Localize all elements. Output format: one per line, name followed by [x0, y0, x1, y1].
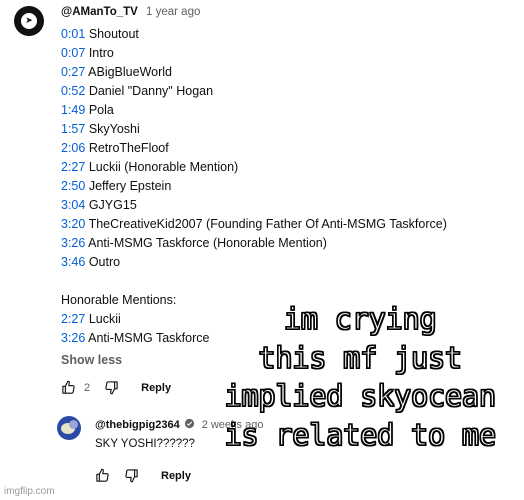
reply-text: SKY YOSHI?????? [95, 438, 195, 450]
meme-caption: im crying this mf just implied skyocean … [196, 300, 524, 454]
reply-button[interactable]: Reply [161, 470, 191, 482]
timestamp-link[interactable]: 0:52 [61, 84, 85, 98]
chapter-label: ABigBlueWorld [88, 65, 172, 79]
chapter-line: 3:46 Outro [61, 253, 491, 272]
timestamp-link[interactable]: 3:20 [61, 217, 85, 231]
timestamp-link[interactable]: 3:26 [61, 331, 85, 345]
caption-line: implied skyocean [224, 378, 497, 413]
thumb-up-icon[interactable] [61, 380, 76, 395]
caption-line: is related to me [224, 417, 497, 452]
chapter-label: Jeffery Epstein [88, 179, 172, 193]
thumb-up-icon[interactable] [95, 468, 110, 483]
reply-actions: Reply [95, 468, 191, 483]
chapter-line: 3:04 GJYG15 [61, 196, 491, 215]
chapter-line: 0:01 Shoutout [61, 25, 491, 44]
chapter-label: Luckii (Honorable Mention) [88, 160, 239, 174]
timestamp-link[interactable]: 2:27 [61, 312, 85, 326]
chapter-label: Intro [88, 46, 114, 60]
comment-author[interactable]: @AManTo_TV [61, 6, 138, 18]
reply-author[interactable]: @thebigpig2364 [95, 419, 180, 431]
comment-time[interactable]: 1 year ago [146, 6, 200, 18]
thumb-down-icon[interactable] [104, 380, 119, 395]
comment-header: @AManTo_TV 1 year ago [61, 6, 200, 18]
chapter-label: Daniel "Danny" Hogan [88, 84, 214, 98]
chapter-label: TheCreativeKid2007 (Founding Father Of A… [88, 217, 447, 231]
thumb-down-icon[interactable] [124, 468, 139, 483]
verified-check-icon [184, 418, 195, 432]
chapter-line: 3:26 Anti-MSMG Taskforce (Honorable Ment… [61, 234, 491, 253]
chapter-line: 0:07 Intro [61, 44, 491, 63]
chapter-line: 0:27 ABigBlueWorld [61, 63, 491, 82]
caption-line: im crying [283, 301, 437, 336]
comment-actions: 2 Reply [61, 380, 171, 395]
chapter-line: 1:57 SkyYoshi [61, 120, 491, 139]
chapter-line: 3:20 TheCreativeKid2007 (Founding Father… [61, 215, 491, 234]
chapter-label: GJYG15 [88, 198, 137, 212]
timestamp-link[interactable]: 2:50 [61, 179, 85, 193]
channel-avatar[interactable]: ➤ [14, 6, 44, 36]
reply-avatar[interactable] [57, 416, 81, 440]
reply-button[interactable]: Reply [141, 382, 171, 394]
timestamp-link[interactable]: 2:06 [61, 141, 85, 155]
chapter-label: Outro [88, 255, 121, 269]
timestamp-link[interactable]: 1:49 [61, 103, 85, 117]
show-less-button[interactable]: Show less [61, 353, 122, 367]
chapter-line: 0:52 Daniel "Danny" Hogan [61, 82, 491, 101]
chapter-line: 2:27 Luckii (Honorable Mention) [61, 158, 491, 177]
timestamp-link[interactable]: 3:04 [61, 198, 85, 212]
caption-line: this mf just [258, 340, 463, 375]
timestamp-link[interactable]: 3:46 [61, 255, 85, 269]
avatar-logo: ➤ [21, 13, 37, 29]
timestamp-link[interactable]: 1:57 [61, 122, 85, 136]
chapter-label: SkyYoshi [88, 122, 140, 136]
honorable-label: Anti-MSMG Taskforce [88, 331, 210, 345]
watermark: imgflip.com [4, 486, 55, 497]
chapter-line: 1:49 Pola [61, 101, 491, 120]
chapter-line: 2:50 Jeffery Epstein [61, 177, 491, 196]
avatar-image-detail [69, 420, 78, 429]
timestamp-link[interactable]: 3:26 [61, 236, 85, 250]
timestamp-link[interactable]: 2:27 [61, 160, 85, 174]
timestamp-link[interactable]: 0:27 [61, 65, 85, 79]
chapter-line: 2:06 RetroTheFloof [61, 139, 491, 158]
timestamp-link[interactable]: 0:07 [61, 46, 85, 60]
timestamp-link[interactable]: 0:01 [61, 27, 85, 41]
chapter-label: Shoutout [88, 27, 139, 41]
like-count: 2 [84, 381, 91, 394]
chapter-label: Pola [88, 103, 114, 117]
chapter-label: Anti-MSMG Taskforce (Honorable Mention) [88, 236, 327, 250]
honorable-label: Luckii [88, 312, 121, 326]
chapter-label: RetroTheFloof [88, 141, 169, 155]
